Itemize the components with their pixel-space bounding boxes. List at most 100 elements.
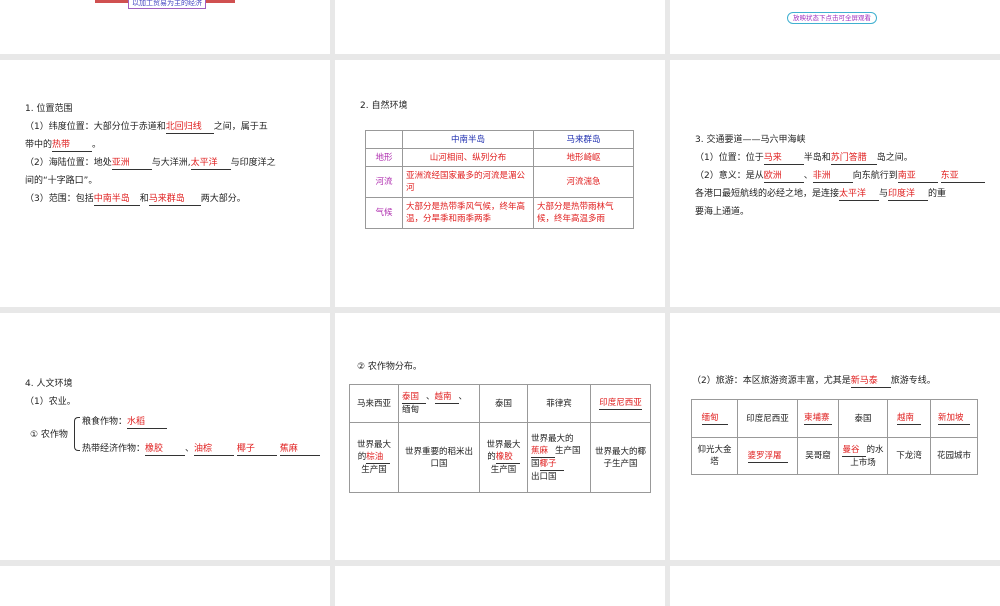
text-line: （3）范围：包括中南半岛 和马来群岛 两大部分。	[25, 193, 246, 206]
answer-blank: 水稻	[127, 417, 168, 429]
text: 之间，属于五	[213, 122, 268, 132]
answer-blank: 亚洲	[111, 158, 152, 170]
table-cell: 下龙湾	[887, 437, 931, 475]
answer-blank: 南亚	[897, 171, 938, 183]
slide-thumb-12[interactable]	[670, 566, 1000, 606]
text: 热带经济作物：	[82, 444, 146, 454]
text: （1）纬度位置：大部分位于赤道和	[25, 122, 166, 132]
table-row: 仰光大金塔 婆罗浮屠 吴哥窟 曼谷 的水上市场 下龙湾 花园城市	[691, 437, 978, 475]
table-cell: 世界最大的棕油 生产国	[349, 422, 399, 493]
table-cell: 泰国 、越南、缅甸	[398, 384, 480, 423]
answer-blank: 北回归线	[165, 122, 214, 134]
answer-blank: 橡胶	[495, 452, 520, 464]
slide-thumb-4[interactable]: 1. 位置范围 （1）纬度位置：大部分位于赤道和北回归线 之间，属于五 带中的热带…	[0, 60, 330, 307]
text-line: （2）意义：是从欧洲 、非洲 向东航行到南亚 东亚	[695, 170, 985, 183]
slide-thumb-2[interactable]	[335, 0, 665, 54]
table-cell: 亚洲流经国家最多的河流是湄公河	[402, 166, 534, 198]
slide-thumb-10[interactable]	[0, 566, 330, 606]
table-cell: 印度尼西亚	[737, 399, 798, 438]
text-line: 带中的热带。	[25, 139, 101, 152]
table-cell: 世界最大的 蕉麻 生产国 国椰子 出口国	[527, 422, 591, 493]
answer-blank: 欧洲	[763, 171, 804, 183]
slide-thumb-7[interactable]: 4. 人文环境 （1）农业。 ① 农作物 粮食作物：水稻 热带经济作物：橡胶 、油…	[0, 313, 330, 560]
answer-blank: 越南	[434, 392, 459, 404]
slide-thumb-5[interactable]: 2. 自然环境 中南半岛 马来群岛 地形 山河相间、纵列分布 地形崎岖 河流 亚洲流经国…	[335, 60, 665, 307]
table-cell: 地形崎岖	[533, 148, 634, 167]
text: （1）位置：位于	[695, 153, 764, 163]
text-line: 要海上通道。	[695, 207, 750, 217]
text: 生产国	[361, 465, 387, 475]
table-cell: 仰光大金塔	[691, 437, 738, 475]
table-cell: 菲律宾	[527, 384, 591, 423]
table-row: 缅甸 印度尼西亚 柬埔寨 泰国 越南 新加坡	[691, 399, 978, 438]
answer-blank: 蕉麻	[531, 446, 555, 458]
text-line: （1）位置：位于马来 半岛和苏门答腊 岛之间。	[695, 152, 913, 165]
table-cell: 吴哥窟	[797, 437, 839, 475]
table-header	[365, 130, 403, 149]
text: 的重	[928, 189, 947, 199]
concept-box: 以加工贸易为主的经济	[128, 0, 206, 9]
answer-blank: 新加坡	[938, 413, 970, 425]
table-cell: 花园城市	[930, 437, 978, 475]
answer-blank: 印度尼西亚	[599, 398, 642, 410]
text: 和	[139, 194, 149, 204]
text: 世界最大的	[531, 433, 574, 444]
answer-blank: 橡胶	[145, 444, 186, 456]
slide-thumb-3[interactable]: 放映状态下点击可全屏观看	[670, 0, 1000, 54]
brace	[74, 417, 80, 451]
text: 与印度洋之	[230, 158, 276, 168]
answer-blank: 马来	[763, 153, 804, 165]
table-cell: 缅甸	[691, 399, 738, 438]
table-cell: 新加坡	[930, 399, 978, 438]
slide-thumb-11[interactable]	[335, 566, 665, 606]
table-row: 马来西亚 泰国 、越南、缅甸 泰国 菲律宾 印度尼西亚	[349, 384, 651, 423]
fullscreen-button[interactable]: 放映状态下点击可全屏观看	[787, 12, 877, 24]
table-cell: 泰国	[479, 384, 528, 423]
table-cell: 山河相间、纵列分布	[402, 148, 534, 167]
table-cell: 泰国	[838, 399, 888, 438]
answer-blank: 柬埔寨	[804, 413, 832, 425]
text-line: 各港口最短航线的必经之地，是连接太平洋 与印度洋 的重	[695, 188, 946, 201]
heading: ② 农作物分布。	[357, 362, 422, 372]
answer-blank: 太平洋	[839, 189, 880, 201]
text-line: （1）纬度位置：大部分位于赤道和北回归线 之间，属于五	[25, 121, 268, 134]
text: 、	[803, 171, 813, 181]
heading: 3. 交通要道——马六甲海峡	[695, 135, 806, 145]
answer-blank: 泰国	[402, 392, 426, 404]
crops-label: ① 农作物	[30, 430, 68, 440]
slide-thumb-6[interactable]: 3. 交通要道——马六甲海峡 （1）位置：位于马来 半岛和苏门答腊 岛之间。 （2）…	[670, 60, 1000, 307]
table-cell: 大部分是热带雨林气候，终年高温多雨	[533, 197, 634, 229]
table-cell: 越南	[887, 399, 931, 438]
heading: 4. 人文环境	[25, 379, 73, 389]
text-line: （2）旅游：本区旅游资源丰富，尤其是新马泰 旅游专线。	[692, 375, 936, 388]
text: 生产国	[555, 445, 581, 456]
answer-blank: 曼谷	[842, 445, 867, 457]
slide-thumb-1[interactable]: 以加工贸易为主的经济	[0, 0, 330, 54]
text: 出口国	[531, 471, 557, 482]
answer-blank: 太平洋	[190, 158, 231, 170]
table-row: 气候 大部分是热带季风气候，终年高温，分旱季和雨季两季 大部分是热带雨林气候，终年高…	[365, 197, 634, 229]
tourism-table: 缅甸 印度尼西亚 柬埔寨 泰国 越南 新加坡 仰光大金塔 婆罗浮屠 吴哥窟 曼谷…	[691, 399, 978, 475]
heading: 2. 自然环境	[360, 101, 408, 111]
answer-blank: 椰子	[236, 444, 277, 456]
text: 半岛和	[803, 153, 831, 163]
table-cell: 河流湍急	[533, 166, 634, 198]
answer-blank: 马来群岛	[148, 194, 201, 206]
answer-blank: 婆罗浮屠	[747, 451, 788, 463]
crop-table: 马来西亚 泰国 、越南、缅甸 泰国 菲律宾 印度尼西亚 世界最大的棕油 生产国 世界…	[349, 384, 651, 493]
slide-thumb-8[interactable]: ② 农作物分布。 马来西亚 泰国 、越南、缅甸 泰国 菲律宾 印度尼西亚 世界最大…	[335, 313, 665, 560]
answer-blank: 东亚	[940, 171, 985, 183]
text: 两大部分。	[200, 194, 246, 204]
nature-table: 中南半岛 马来群岛 地形 山河相间、纵列分布 地形崎岖 河流 亚洲流经国家最多的河流是湄…	[365, 130, 634, 229]
answer-blank: 棕油	[366, 452, 391, 464]
slide-thumb-9[interactable]: （2）旅游：本区旅游资源丰富，尤其是新马泰 旅游专线。 缅甸 印度尼西亚 柬埔寨 …	[670, 313, 1000, 560]
text: 粮食作物：	[82, 417, 128, 427]
text-line: （2）海陆位置：地处亚洲 与大洋洲,太平洋 与印度洋之	[25, 157, 276, 170]
row-label: 河流	[365, 166, 403, 198]
text-line: 间的“十字路口”。	[25, 176, 98, 186]
text: （3）范围：包括	[25, 194, 94, 204]
text: 与大洋洲,	[151, 158, 191, 168]
subheading: （1）农业。	[25, 397, 76, 407]
table-cell: 婆罗浮屠	[737, 437, 798, 475]
text: 生产国	[490, 465, 517, 475]
